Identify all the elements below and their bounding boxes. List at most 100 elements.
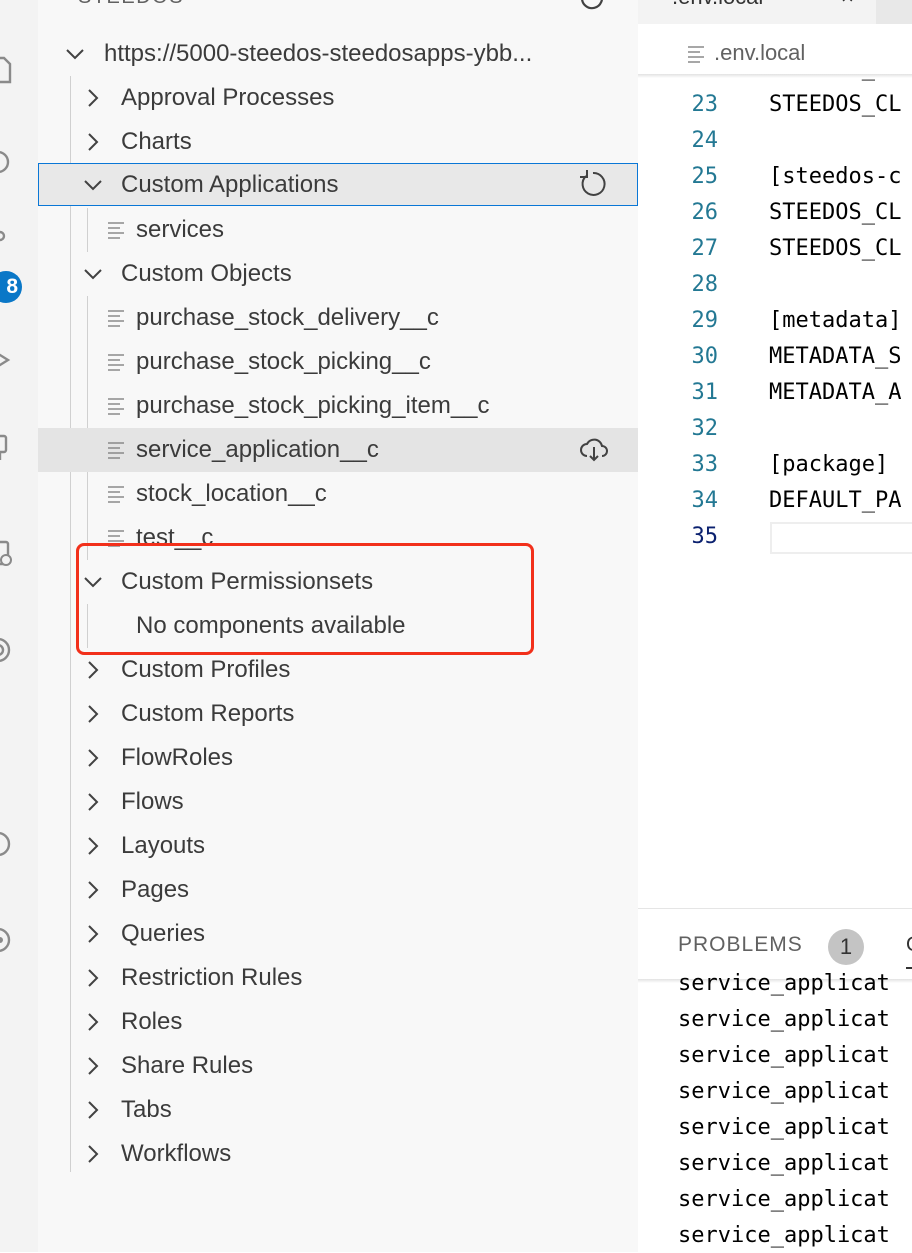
tree-item-layouts[interactable]: Layouts bbox=[38, 824, 638, 868]
tab-output[interactable]: O bbox=[906, 933, 912, 957]
active-tab-indicator bbox=[906, 967, 912, 969]
tree-item-purchase-stock-picking-item[interactable]: purchase_stock_picking_item__c bbox=[38, 384, 638, 428]
refresh-icon[interactable] bbox=[578, 169, 608, 199]
code-line[interactable]: 27 STEEDOS_CL bbox=[638, 236, 912, 272]
code-text: STEEDOS_CL bbox=[769, 236, 902, 261]
tree-root[interactable]: https://5000-steedos-steedosapps-ybb... bbox=[38, 32, 638, 76]
code-line[interactable]: 32 bbox=[638, 416, 912, 452]
line-number: 25 bbox=[691, 164, 719, 189]
code-line[interactable]: 31 METADATA_A bbox=[638, 380, 912, 416]
tree-item-restriction-rules[interactable]: Restriction Rules bbox=[38, 956, 638, 1000]
tree-item-label: services bbox=[136, 216, 225, 243]
code-text: DEFAULT_PA bbox=[769, 488, 902, 513]
tab-problems[interactable]: PROBLEMS bbox=[678, 933, 803, 957]
explorer-icon[interactable] bbox=[0, 56, 14, 84]
line-number: 23 bbox=[691, 92, 719, 117]
run-debug-icon[interactable] bbox=[0, 346, 14, 374]
output-line: service_applicat bbox=[678, 1187, 890, 1212]
code-line[interactable]: 28 bbox=[638, 272, 912, 308]
code-line[interactable]: 34 DEFAULT_PA bbox=[638, 488, 912, 524]
annotation-highlight bbox=[76, 543, 534, 655]
tree-item-label: Tabs bbox=[121, 1096, 172, 1123]
tree-item-purchase-stock-picking[interactable]: purchase_stock_picking__c bbox=[38, 340, 638, 384]
tree-item-queries[interactable]: Queries bbox=[38, 912, 638, 956]
chevron-right-icon bbox=[82, 747, 104, 769]
code-line[interactable]: 30 METADATA_S bbox=[638, 344, 912, 380]
line-number: 29 bbox=[691, 308, 719, 333]
tree-item-purchase-stock-delivery[interactable]: purchase_stock_delivery__c bbox=[38, 296, 638, 340]
code-line-current[interactable]: 35 bbox=[638, 524, 912, 560]
tree-item-stock-location[interactable]: stock_location__c bbox=[38, 472, 638, 516]
tree-item-workflows[interactable]: Workflows bbox=[38, 1132, 638, 1176]
tree-item-label: purchase_stock_picking_item__c bbox=[136, 392, 490, 419]
chevron-right-icon bbox=[82, 1055, 104, 1077]
activity-bar: 8 bbox=[0, 0, 38, 1252]
source-control-icon[interactable] bbox=[0, 228, 14, 256]
code-text: [package] bbox=[769, 452, 889, 477]
refresh-icon[interactable] bbox=[578, 0, 606, 12]
chevron-right-icon bbox=[82, 835, 104, 857]
line-number: 30 bbox=[691, 344, 719, 369]
tree-item-custom-reports[interactable]: Custom Reports bbox=[38, 692, 638, 736]
tab-bar-empty bbox=[876, 0, 912, 24]
breadcrumb-label: .env.local bbox=[714, 40, 806, 65]
chevron-right-icon bbox=[82, 659, 104, 681]
extensions-icon[interactable] bbox=[0, 432, 14, 462]
timeline-icon[interactable] bbox=[0, 830, 14, 858]
chevron-right-icon bbox=[82, 923, 104, 945]
cloud-download-icon[interactable] bbox=[579, 435, 609, 465]
tree-item-charts[interactable]: Charts bbox=[38, 120, 638, 164]
file-lines-icon bbox=[106, 483, 126, 505]
tab-close-button[interactable]: × bbox=[841, 0, 854, 10]
problems-count-badge: 1 bbox=[828, 929, 864, 965]
tab-env-local[interactable]: .env.local bbox=[672, 0, 763, 10]
chevron-right-icon bbox=[82, 1011, 104, 1033]
code-line[interactable]: 33 [package] bbox=[638, 452, 912, 488]
chevron-down-icon bbox=[82, 263, 104, 285]
line-number: 35 bbox=[691, 524, 719, 549]
tree-item-pages[interactable]: Pages bbox=[38, 868, 638, 912]
tree-item-roles[interactable]: Roles bbox=[38, 1000, 638, 1044]
tree-item-custom-applications[interactable]: Custom Applications bbox=[38, 163, 638, 206]
chevron-down-icon bbox=[64, 43, 86, 65]
chevron-down-icon bbox=[82, 174, 104, 196]
code-line[interactable]: 29 [metadata] bbox=[638, 308, 912, 344]
code-line[interactable]: 25 [steedos-c bbox=[638, 164, 912, 200]
search-icon[interactable] bbox=[0, 150, 14, 178]
code-line[interactable]: 24 bbox=[638, 128, 912, 164]
tree-item-label: purchase_stock_delivery__c bbox=[136, 304, 439, 331]
tree-item-label: Pages bbox=[121, 876, 190, 903]
tree-item-label: Share Rules bbox=[121, 1052, 254, 1079]
code-line[interactable]: 26 STEEDOS_CL bbox=[638, 200, 912, 236]
file-lines-icon bbox=[106, 439, 126, 461]
testing-icon[interactable] bbox=[0, 636, 14, 664]
code-text: [steedos-c bbox=[769, 164, 902, 189]
tree-item-label: Flows bbox=[121, 788, 184, 815]
tree-item-label: Custom Profiles bbox=[121, 656, 291, 683]
code-text: [metadata] bbox=[769, 308, 902, 333]
tree-item-share-rules[interactable]: Share Rules bbox=[38, 1044, 638, 1088]
panel-tab-bar: PROBLEMS 1 O bbox=[638, 909, 912, 979]
tree-item-service-application[interactable]: service_application__c bbox=[38, 428, 638, 472]
accounts-icon[interactable] bbox=[0, 926, 14, 954]
tree-item-label: Custom Applications bbox=[121, 170, 339, 198]
sidebar-title: STEEDOS bbox=[78, 0, 184, 9]
tree-item-tabs[interactable]: Tabs bbox=[38, 1088, 638, 1132]
tree-item-approval-processes[interactable]: Approval Processes bbox=[38, 76, 638, 120]
remote-explorer-icon[interactable] bbox=[0, 540, 14, 568]
tree-item-flowroles[interactable]: FlowRoles bbox=[38, 736, 638, 780]
steedos-extension-icon[interactable] bbox=[0, 730, 18, 758]
tree-item-custom-objects[interactable]: Custom Objects bbox=[38, 252, 638, 296]
line-number: 24 bbox=[691, 128, 719, 153]
output-line: service_applicat bbox=[678, 1151, 890, 1176]
code-text: METADATA_S bbox=[769, 344, 902, 369]
breadcrumb[interactable]: .env.local bbox=[638, 34, 912, 74]
tree-item-label: Charts bbox=[121, 128, 192, 155]
tree-item-label: purchase_stock_picking__c bbox=[136, 348, 431, 375]
tree-item-flows[interactable]: Flows bbox=[38, 780, 638, 824]
code-line[interactable]: 23 STEEDOS_CL bbox=[638, 92, 912, 128]
output-line: service_applicat bbox=[678, 1115, 890, 1140]
line-number: 32 bbox=[691, 416, 719, 441]
tree-item-services[interactable]: services bbox=[38, 208, 638, 252]
tree-item-label: Custom Objects bbox=[121, 260, 292, 287]
